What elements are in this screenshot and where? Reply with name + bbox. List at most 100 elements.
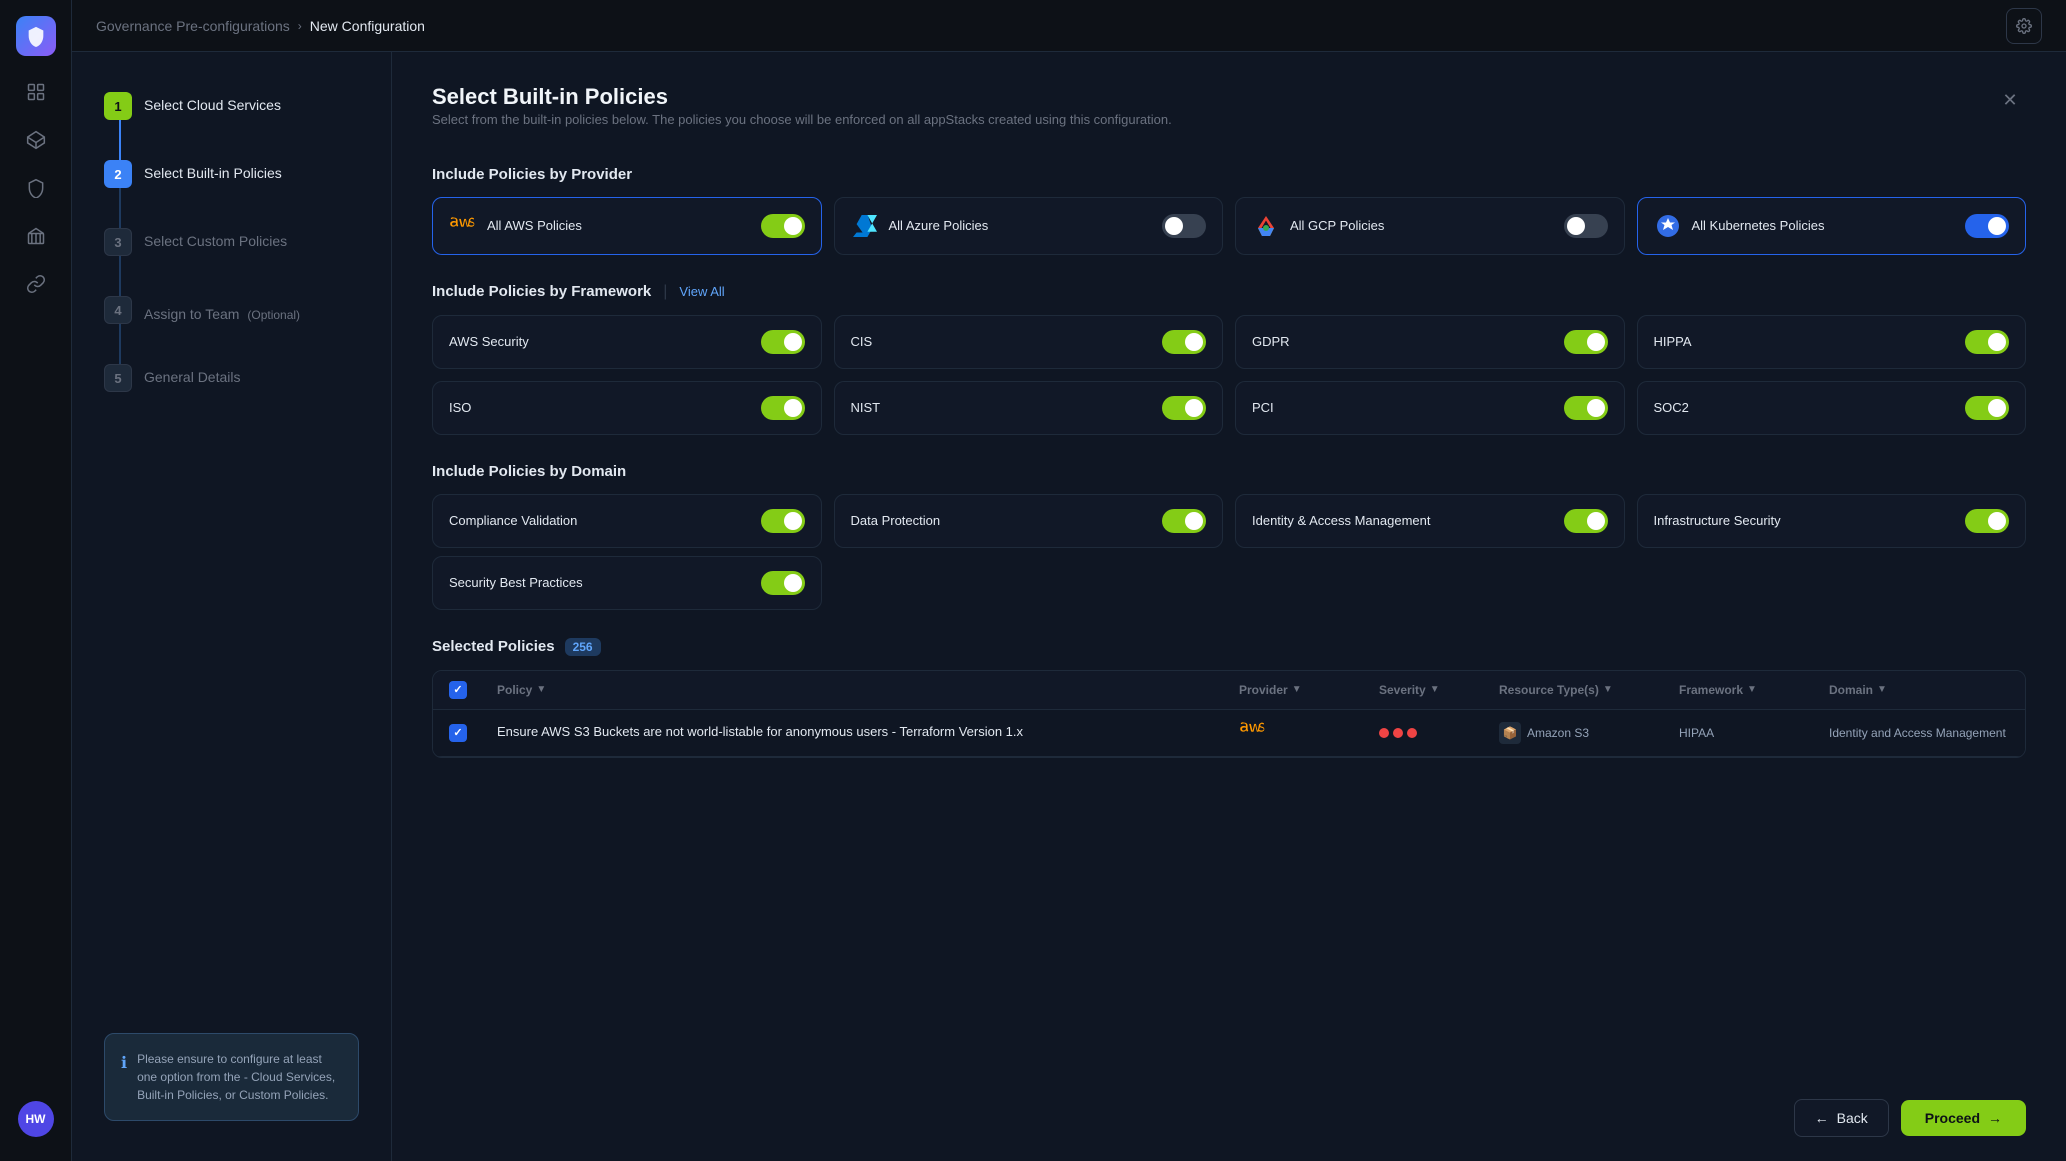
domain-infrastructure-label: Infrastructure Security	[1654, 513, 1781, 528]
table-row: Ensure AWS S3 Buckets are not world-list…	[433, 710, 2025, 757]
sidebar: HW	[0, 0, 72, 1161]
identity-toggle[interactable]	[1564, 509, 1608, 533]
gcp-toggle[interactable]	[1564, 214, 1608, 238]
framework-section-header: Include Policies by Framework | View All	[432, 283, 2026, 301]
soc2-toggle[interactable]	[1965, 396, 2009, 420]
domain-infrastructure-card[interactable]: Infrastructure Security	[1637, 494, 2027, 548]
row-domain-1: Identity and Access Management	[1829, 726, 2009, 740]
row-checkbox-1[interactable]	[449, 724, 467, 742]
aws-toggle[interactable]	[761, 214, 805, 238]
framework-iso-label: ISO	[449, 400, 471, 415]
col-framework: Framework ▼	[1679, 683, 1829, 697]
step-1-number: 1	[104, 92, 132, 120]
sidebar-icon-layers[interactable]	[16, 120, 56, 160]
page-title: Select Built-in Policies	[432, 84, 1172, 110]
view-all-link[interactable]: View All	[679, 284, 724, 299]
aws-security-toggle[interactable]	[761, 330, 805, 354]
framework-hippa-label: HIPPA	[1654, 334, 1692, 349]
domain-compliance-card[interactable]: Compliance Validation	[432, 494, 822, 548]
policies-table: Policy ▼ Provider ▼ Severity ▼ Resource …	[432, 670, 2026, 758]
gdpr-toggle[interactable]	[1564, 330, 1608, 354]
provider-azure-card[interactable]: All Azure Policies	[834, 197, 1224, 255]
domain-identity-card[interactable]: Identity & Access Management	[1235, 494, 1625, 548]
framework-cis-card[interactable]: CIS	[834, 315, 1224, 369]
domain-data-protection-card[interactable]: Data Protection	[834, 494, 1224, 548]
back-arrow-icon: ←	[1815, 1110, 1829, 1126]
step-4: 4 Assign to Team (Optional)	[104, 296, 359, 324]
aws-icon	[449, 212, 477, 240]
sidebar-icon-link[interactable]	[16, 264, 56, 304]
step-5-label: General Details	[144, 364, 241, 385]
framework-filter-icon[interactable]: ▼	[1747, 684, 1757, 695]
provider-gcp-card[interactable]: All GCP Policies	[1235, 197, 1625, 255]
sidebar-icon-bank[interactable]	[16, 216, 56, 256]
provider-k8s-card[interactable]: All Kubernetes Policies	[1637, 197, 2027, 255]
domain-identity-label: Identity & Access Management	[1252, 513, 1430, 528]
framework-nist-card[interactable]: NIST	[834, 381, 1224, 435]
selected-policies-count: 256	[565, 638, 601, 656]
k8s-toggle[interactable]	[1965, 214, 2009, 238]
data-protection-toggle[interactable]	[1162, 509, 1206, 533]
breadcrumb-parent[interactable]: Governance Pre-configurations	[96, 18, 290, 34]
main-area: Governance Pre-configurations › New Conf…	[72, 0, 2066, 1161]
compliance-toggle[interactable]	[761, 509, 805, 533]
provider-filter-icon[interactable]: ▼	[1292, 684, 1302, 695]
sidebar-icon-shield[interactable]	[16, 168, 56, 208]
k8s-icon	[1654, 212, 1682, 240]
back-button[interactable]: ← Back	[1794, 1099, 1889, 1137]
row-severity-1	[1379, 728, 1499, 738]
framework-aws-security-card[interactable]: AWS Security	[432, 315, 822, 369]
col-domain: Domain ▼	[1829, 683, 2009, 697]
iso-toggle[interactable]	[761, 396, 805, 420]
k8s-policy-label: All Kubernetes Policies	[1692, 218, 1825, 233]
step-2-label: Select Built-in Policies	[144, 160, 282, 181]
breadcrumb-current: New Configuration	[310, 18, 425, 34]
row-framework-1: HIPAA	[1679, 726, 1829, 740]
pci-toggle[interactable]	[1564, 396, 1608, 420]
step-5-number: 5	[104, 364, 132, 392]
col-provider: Provider ▼	[1239, 683, 1379, 697]
cis-toggle[interactable]	[1162, 330, 1206, 354]
resource-icon-1: 📦	[1499, 722, 1521, 744]
sidebar-icon-stack[interactable]	[16, 72, 56, 112]
infrastructure-toggle[interactable]	[1965, 509, 2009, 533]
framework-section-title: Include Policies by Framework	[432, 283, 651, 300]
provider-aws-card[interactable]: All AWS Policies	[432, 197, 822, 255]
security-best-toggle[interactable]	[761, 571, 805, 595]
framework-hippa-card[interactable]: HIPPA	[1637, 315, 2027, 369]
selected-policies-title: Selected Policies	[432, 638, 555, 655]
framework-gdpr-card[interactable]: GDPR	[1235, 315, 1625, 369]
step-1-label: Select Cloud Services	[144, 92, 281, 113]
domain-data-protection-label: Data Protection	[851, 513, 941, 528]
info-text: Please ensure to configure at least one …	[137, 1050, 342, 1104]
resource-filter-icon[interactable]: ▼	[1603, 684, 1613, 695]
framework-soc2-card[interactable]: SOC2	[1637, 381, 2027, 435]
proceed-arrow-icon: →	[1988, 1110, 2002, 1126]
close-button[interactable]: ✕	[1994, 84, 2026, 116]
user-avatar[interactable]: HW	[18, 1101, 54, 1137]
framework-pci-card[interactable]: PCI	[1235, 381, 1625, 435]
azure-policy-label: All Azure Policies	[889, 218, 989, 233]
domain-filter-icon[interactable]: ▼	[1877, 684, 1887, 695]
step-connector-2-3	[119, 188, 121, 228]
domain-security-best-card[interactable]: Security Best Practices	[432, 556, 822, 610]
azure-icon	[851, 212, 879, 240]
policy-filter-icon[interactable]: ▼	[536, 684, 546, 695]
selected-policies-header: Selected Policies 256	[432, 638, 2026, 656]
step-connector-3-4	[119, 256, 121, 296]
col-resource: Resource Type(s) ▼	[1499, 683, 1679, 697]
gcp-policy-label: All GCP Policies	[1290, 218, 1384, 233]
step-4-number: 4	[104, 296, 132, 324]
step-2: 2 Select Built-in Policies	[104, 160, 359, 188]
nist-toggle[interactable]	[1162, 396, 1206, 420]
severity-filter-icon[interactable]: ▼	[1430, 684, 1440, 695]
severity-indicator	[1379, 728, 1499, 738]
framework-iso-card[interactable]: ISO	[432, 381, 822, 435]
select-all-checkbox[interactable]	[449, 681, 467, 699]
proceed-button[interactable]: Proceed →	[1901, 1100, 2026, 1136]
settings-button[interactable]	[2006, 8, 2042, 44]
azure-toggle[interactable]	[1162, 214, 1206, 238]
step-3: 3 Select Custom Policies	[104, 228, 359, 256]
hippa-toggle[interactable]	[1965, 330, 2009, 354]
domain-compliance-label: Compliance Validation	[449, 513, 577, 528]
